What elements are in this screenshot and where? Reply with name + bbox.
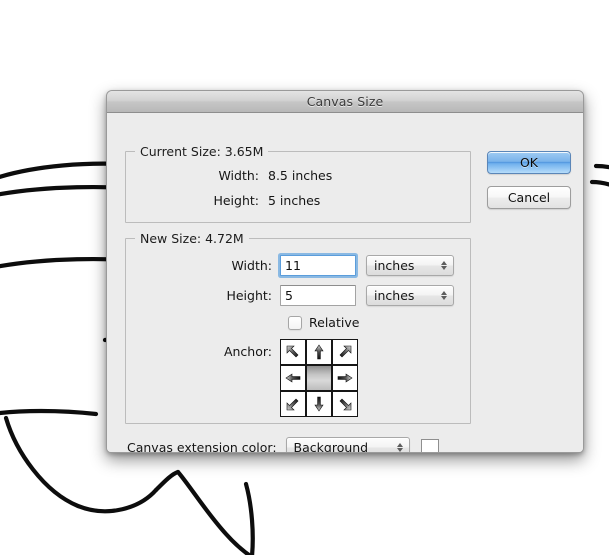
new-height-unit-label: inches [367,288,437,303]
new-width-label: Width: [126,258,280,273]
current-height-row: Height:5 inches [126,193,320,208]
canvas-extension-color-label: Canvas extension color: [127,440,277,453]
ok-button[interactable]: OK [487,151,571,174]
arrow-up-icon [310,343,328,361]
relative-checkbox[interactable] [288,316,302,330]
dialog-title: Canvas Size [307,94,384,109]
arrow-down-left-icon [284,395,302,413]
new-size-group: New Size: 4.72M Width: inches Height: in… [125,238,471,424]
anchor-cell-center[interactable] [306,365,332,391]
arrow-down-icon [310,395,328,413]
new-size-legend: New Size: 4.72M [135,231,249,246]
anchor-cell-bottom-center[interactable] [306,391,332,417]
dialog-titlebar[interactable]: Canvas Size [107,91,583,113]
new-width-unit-label: inches [367,258,437,273]
anchor-cell-top-left[interactable] [280,339,306,365]
new-height-row: Height: inches [126,285,454,306]
new-height-unit-select[interactable]: inches [366,285,454,306]
arrow-up-left-icon [284,343,302,361]
anchor-cell-middle-right[interactable] [332,365,358,391]
current-height-value: 5 inches [268,193,320,208]
anchor-grid[interactable] [280,339,358,417]
anchor-cell-top-right[interactable] [332,339,358,365]
cancel-button[interactable]: Cancel [487,186,571,209]
color-swatch[interactable] [421,439,439,454]
current-size-legend: Current Size: 3.65M [135,144,268,159]
dialog-body: Current Size: 3.65M Width:8.5 inches Hei… [107,113,583,453]
anchor-label: Anchor: [126,339,280,365]
current-size-group: Current Size: 3.65M Width:8.5 inches Hei… [125,151,471,223]
canvas-extension-color-select[interactable]: Background [286,437,410,453]
new-height-input[interactable] [280,285,356,306]
anchor-cell-top-center[interactable] [306,339,332,365]
current-width-value: 8.5 inches [268,168,332,183]
anchor-cell-bottom-left[interactable] [280,391,306,417]
arrow-right-icon [336,369,354,387]
canvas-extension-color-value: Background [287,440,393,453]
anchor-cell-bottom-right[interactable] [332,391,358,417]
arrow-up-right-icon [336,343,354,361]
anchor-row: Anchor: [126,339,358,417]
stepper-arrows-icon[interactable] [437,286,453,305]
new-width-input[interactable] [280,255,356,276]
arrow-left-icon [284,369,302,387]
new-width-unit-select[interactable]: inches [366,255,454,276]
new-width-row: Width: inches [126,255,454,276]
current-width-label: Width: [126,168,268,183]
relative-label: Relative [309,315,359,330]
relative-row: Relative [288,315,359,330]
canvas-size-dialog: Canvas Size Current Size: 3.65M Width:8.… [106,90,584,453]
stepper-arrows-icon[interactable] [437,256,453,275]
current-height-label: Height: [126,193,268,208]
stepper-arrows-icon[interactable] [393,438,409,453]
canvas-extension-color-row: Canvas extension color: Background [127,437,439,453]
new-height-label: Height: [126,288,280,303]
current-width-row: Width:8.5 inches [126,168,332,183]
arrow-down-right-icon [336,395,354,413]
anchor-cell-middle-left[interactable] [280,365,306,391]
